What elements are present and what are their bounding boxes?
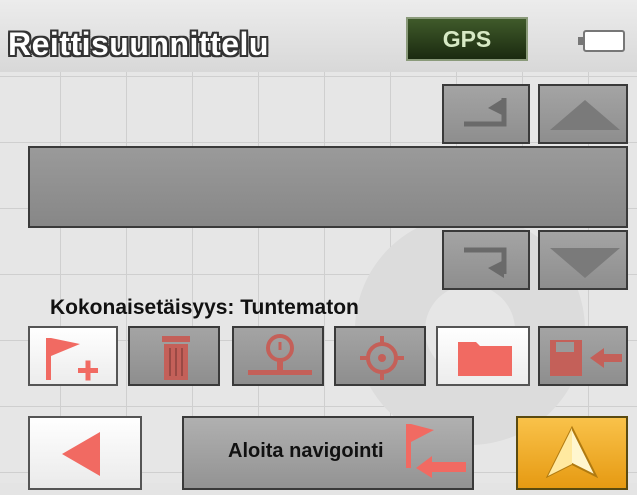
total-distance-label: Kokonaisetäisyys: Tuntematon [50,296,359,319]
save-route-icon [550,340,622,376]
save-route-button[interactable] [538,326,628,386]
target-button[interactable] [334,326,426,386]
folder-icon [458,342,512,376]
battery-icon [578,30,625,52]
route-options-button[interactable] [232,326,324,386]
target-crosshair-icon [360,336,404,380]
delete-trash-icon [162,336,190,380]
add-destination-button[interactable] [28,326,118,386]
chevron-up-icon [550,100,620,130]
start-navigation-label: Aloita navigointi [228,440,384,462]
back-button[interactable] [28,416,142,490]
undo-arrow-icon [464,98,507,127]
address-field[interactable] [28,146,628,228]
route-options-icon [248,334,312,375]
arrow-left-icon [62,432,100,476]
scroll-up-button[interactable] [538,84,628,144]
redo-arrow-icon [464,247,507,278]
go-button[interactable] [516,416,628,490]
page-title: Reittisuunnittelu [8,26,269,62]
title-bar: Reittisuunnittelu GPS [0,0,637,72]
add-destination-flag-icon [46,338,98,381]
delete-button[interactable] [128,326,220,386]
undo-button[interactable] [442,84,530,144]
scroll-down-button[interactable] [538,230,628,290]
redo-button[interactable] [442,230,530,290]
navigation-arrow-icon [545,425,599,479]
open-folder-button[interactable] [436,326,530,386]
start-navigation-button[interactable]: Aloita navigointi [182,416,474,490]
chevron-down-icon [550,248,620,278]
gps-status-button[interactable]: GPS [406,17,528,61]
